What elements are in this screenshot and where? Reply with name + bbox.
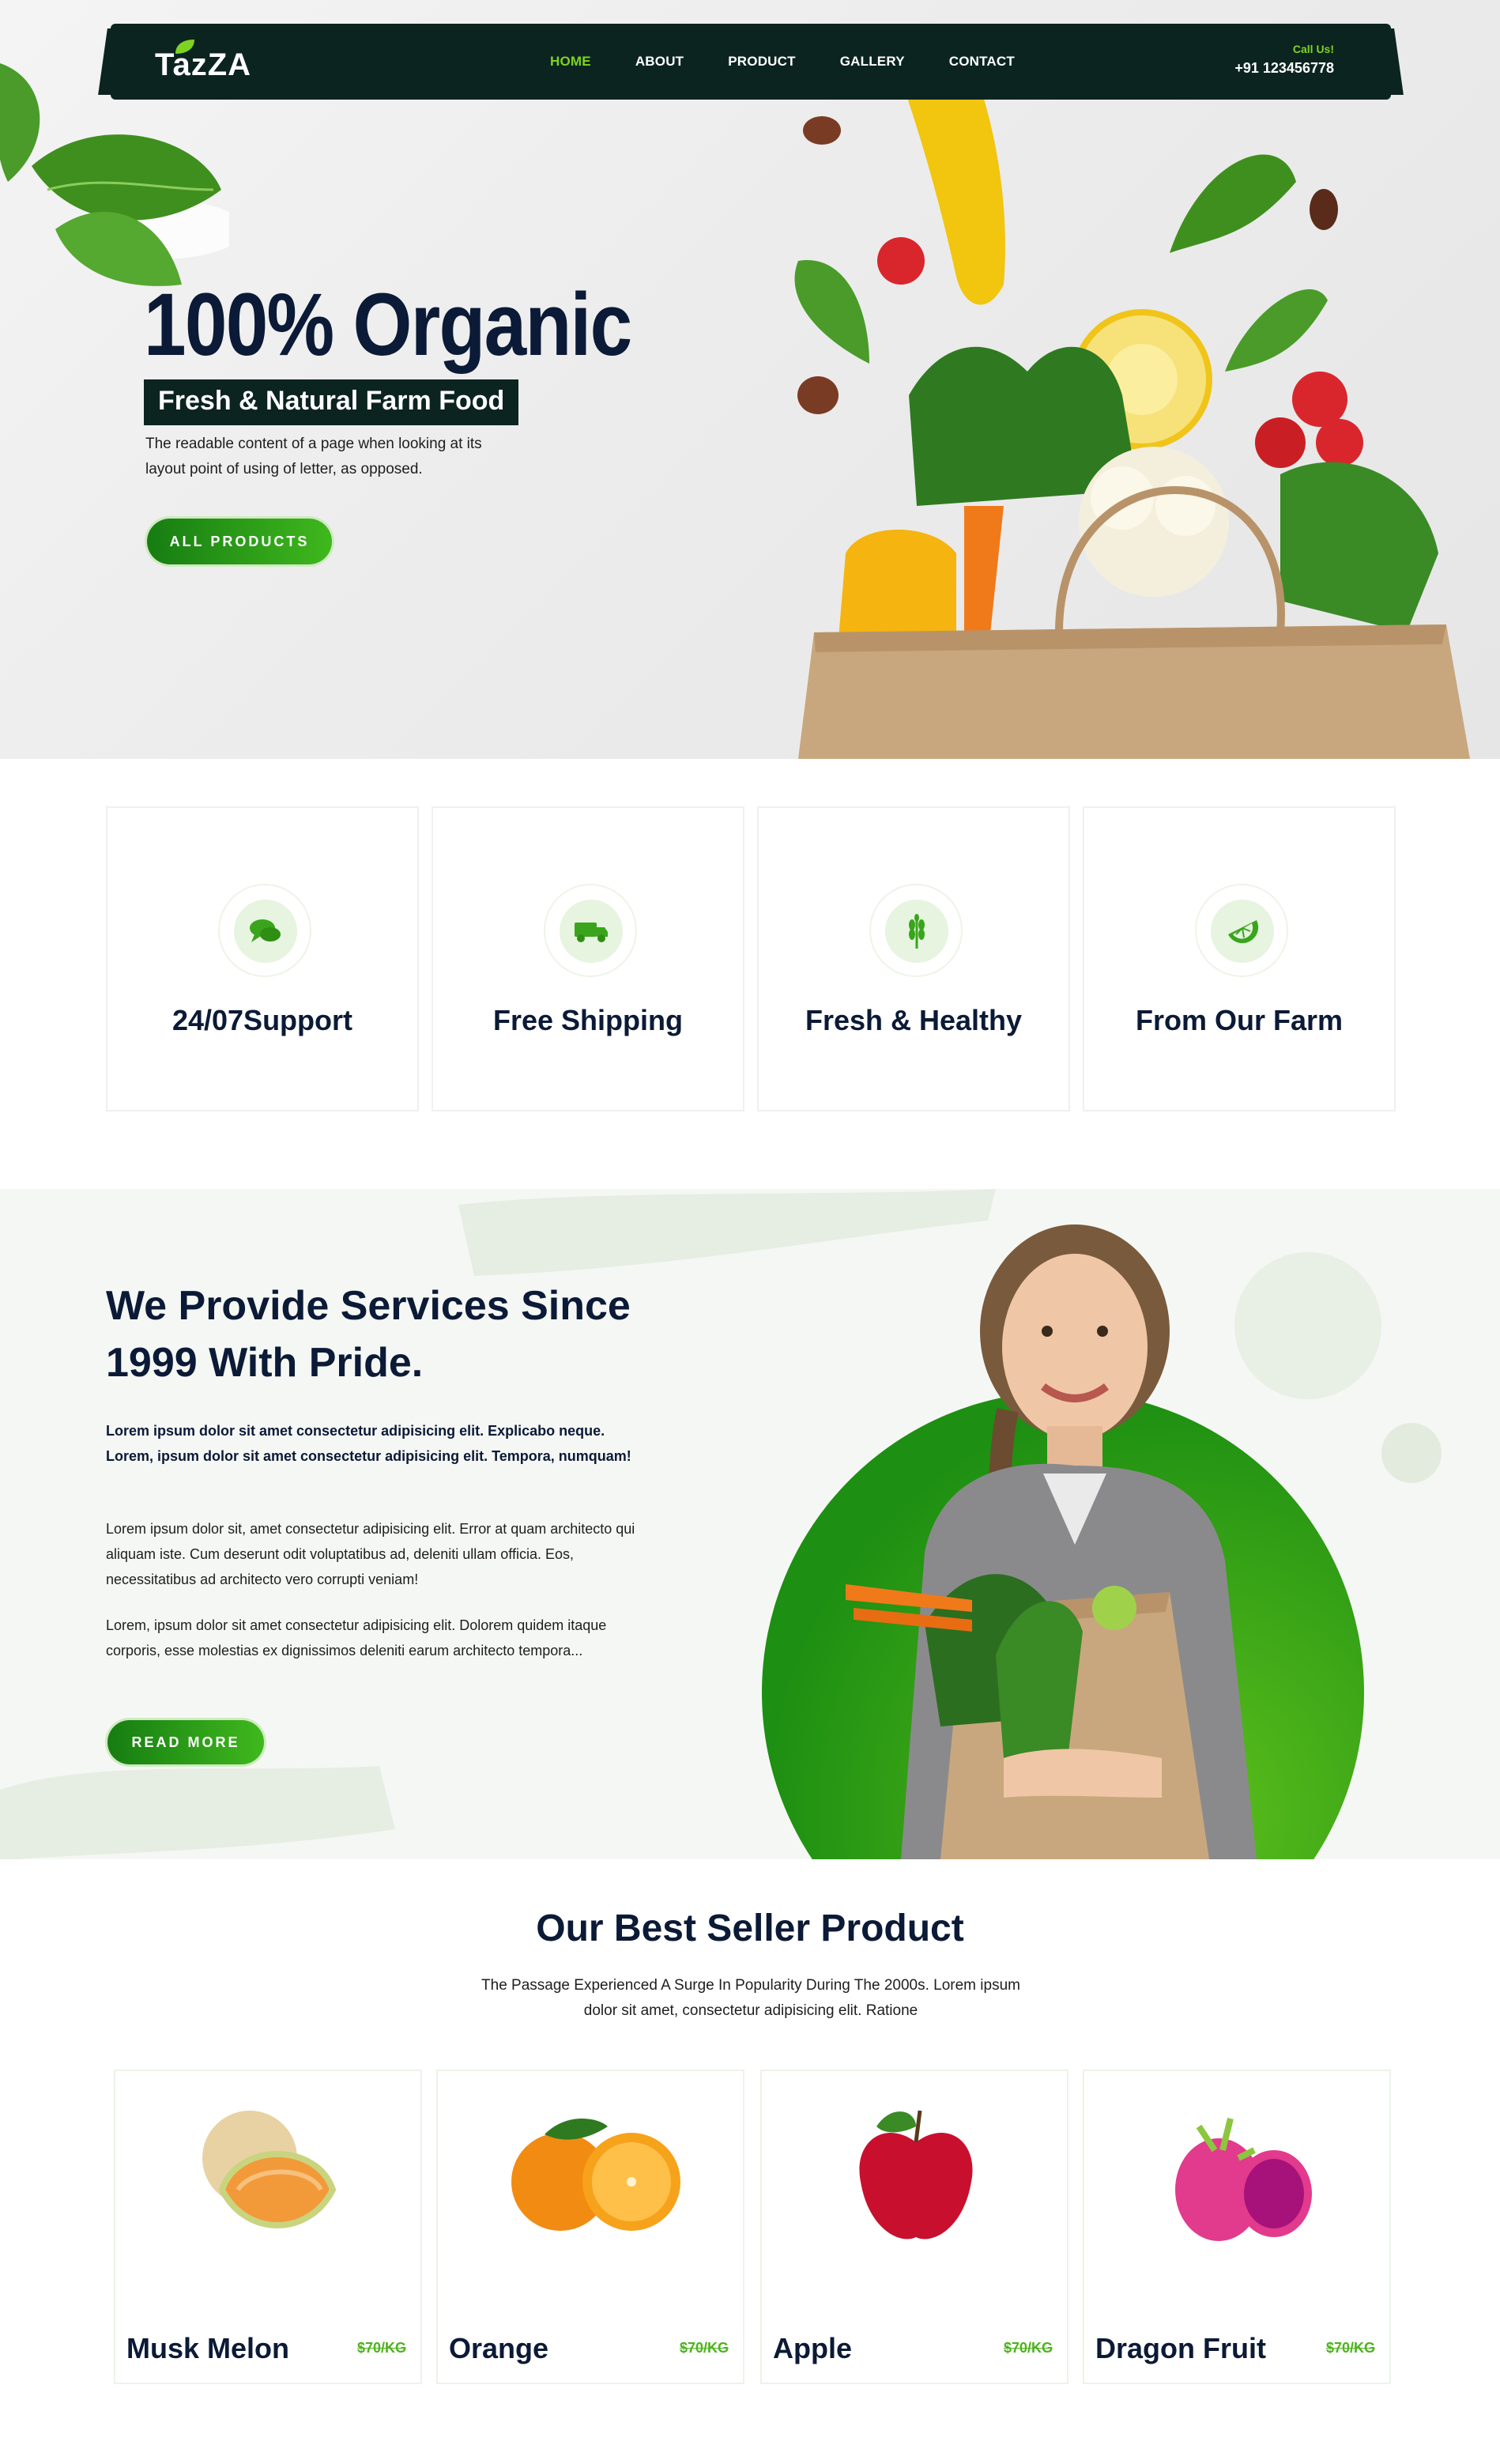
feature-title: Fresh & Healthy bbox=[805, 1004, 1023, 1036]
product-price: $70/KG bbox=[1325, 2340, 1375, 2356]
product-name: Orange bbox=[449, 2332, 549, 2364]
product-price: $70/KG bbox=[356, 2340, 406, 2356]
main-menu: HOME ABOUT PRODUCT GALLERY CONTACT bbox=[550, 24, 1015, 100]
product-card[interactable]: Orange $70/KG bbox=[436, 2070, 744, 2384]
nav-contact[interactable]: CONTACT bbox=[949, 54, 1015, 70]
hero-tagline: Fresh & Natural Farm Food bbox=[144, 379, 519, 425]
feature-icon-ring bbox=[544, 884, 637, 977]
call-label: Call Us! bbox=[1292, 43, 1334, 55]
feature-card: Free Shipping bbox=[432, 806, 744, 1111]
truck-icon bbox=[560, 900, 623, 963]
nav-product[interactable]: PRODUCT bbox=[728, 54, 795, 70]
feature-card: From Our Farm bbox=[1083, 806, 1396, 1111]
lemon-slice-icon bbox=[1211, 900, 1274, 963]
product-price: $70/KG bbox=[1003, 2340, 1053, 2356]
product-name: Dragon Fruit bbox=[1095, 2332, 1266, 2364]
product-card[interactable]: Dragon Fruit $70/KG bbox=[1083, 2070, 1391, 2384]
hero-title: 100% Organic bbox=[144, 275, 632, 374]
products-subtitle: The Passage Experienced A Surge In Popul… bbox=[481, 1977, 1020, 2019]
product-card[interactable]: Musk Melon $70/KG bbox=[114, 2070, 422, 2384]
logo[interactable]: TazZA bbox=[155, 47, 251, 83]
nav-gallery[interactable]: GALLERY bbox=[840, 54, 905, 70]
woman-with-groceries-image bbox=[846, 1224, 1257, 1859]
about-paragraph: Lorem, ipsum dolor sit amet consectetur … bbox=[106, 1617, 607, 1658]
feature-card: 24/07Support bbox=[106, 806, 419, 1111]
hero-section: TazZA HOME ABOUT PRODUCT GALLERY CONTACT… bbox=[0, 0, 1500, 759]
feature-card: Fresh & Healthy bbox=[757, 806, 1070, 1111]
chat-icon bbox=[234, 900, 297, 963]
about-paragraph-bold: Lorem ipsum dolor sit amet consectetur a… bbox=[106, 1423, 631, 1464]
feature-title: 24/07Support bbox=[171, 1004, 353, 1036]
product-card[interactable]: Apple $70/KG bbox=[760, 2070, 1068, 2384]
about-section: We Provide Services Since 1999 With Prid… bbox=[0, 1189, 1500, 1859]
about-paragraph: Lorem ipsum dolor sit, amet consectetur … bbox=[106, 1521, 635, 1587]
orange-image bbox=[511, 2119, 680, 2231]
vegetable-bag-image bbox=[794, 32, 1470, 759]
call-info: Call Us! +91 123456778 bbox=[1234, 43, 1334, 77]
product-name: Apple bbox=[773, 2332, 853, 2364]
products-title: Our Best Seller Product bbox=[536, 1907, 964, 1949]
feature-title: Free Shipping bbox=[492, 1004, 683, 1036]
call-number[interactable]: +91 123456778 bbox=[1234, 60, 1334, 77]
musk-melon-image bbox=[202, 2111, 337, 2228]
wheat-icon bbox=[885, 900, 948, 963]
dragon-fruit-image bbox=[1175, 2118, 1312, 2241]
feature-icon-ring bbox=[869, 884, 963, 977]
product-name: Musk Melon bbox=[126, 2332, 290, 2364]
feature-icon-ring bbox=[1195, 884, 1288, 977]
navbar: TazZA HOME ABOUT PRODUCT GALLERY CONTACT… bbox=[111, 24, 1391, 100]
read-more-button[interactable]: READ MORE bbox=[107, 1720, 264, 1764]
nav-about[interactable]: ABOUT bbox=[635, 54, 684, 70]
leaf-icon bbox=[175, 40, 194, 54]
about-heading: We Provide Services Since 1999 With Prid… bbox=[106, 1283, 631, 1386]
product-price: $70/KG bbox=[679, 2340, 729, 2356]
apple-image bbox=[859, 2110, 973, 2239]
feature-icon-ring bbox=[218, 884, 311, 977]
all-products-button[interactable]: ALL PRODUCTS bbox=[147, 519, 332, 564]
nav-home[interactable]: HOME bbox=[550, 54, 591, 70]
hero-description: The readable content of a page when look… bbox=[145, 436, 482, 477]
feature-title: From Our Farm bbox=[1135, 1004, 1344, 1036]
decor-circle bbox=[1381, 1423, 1442, 1483]
